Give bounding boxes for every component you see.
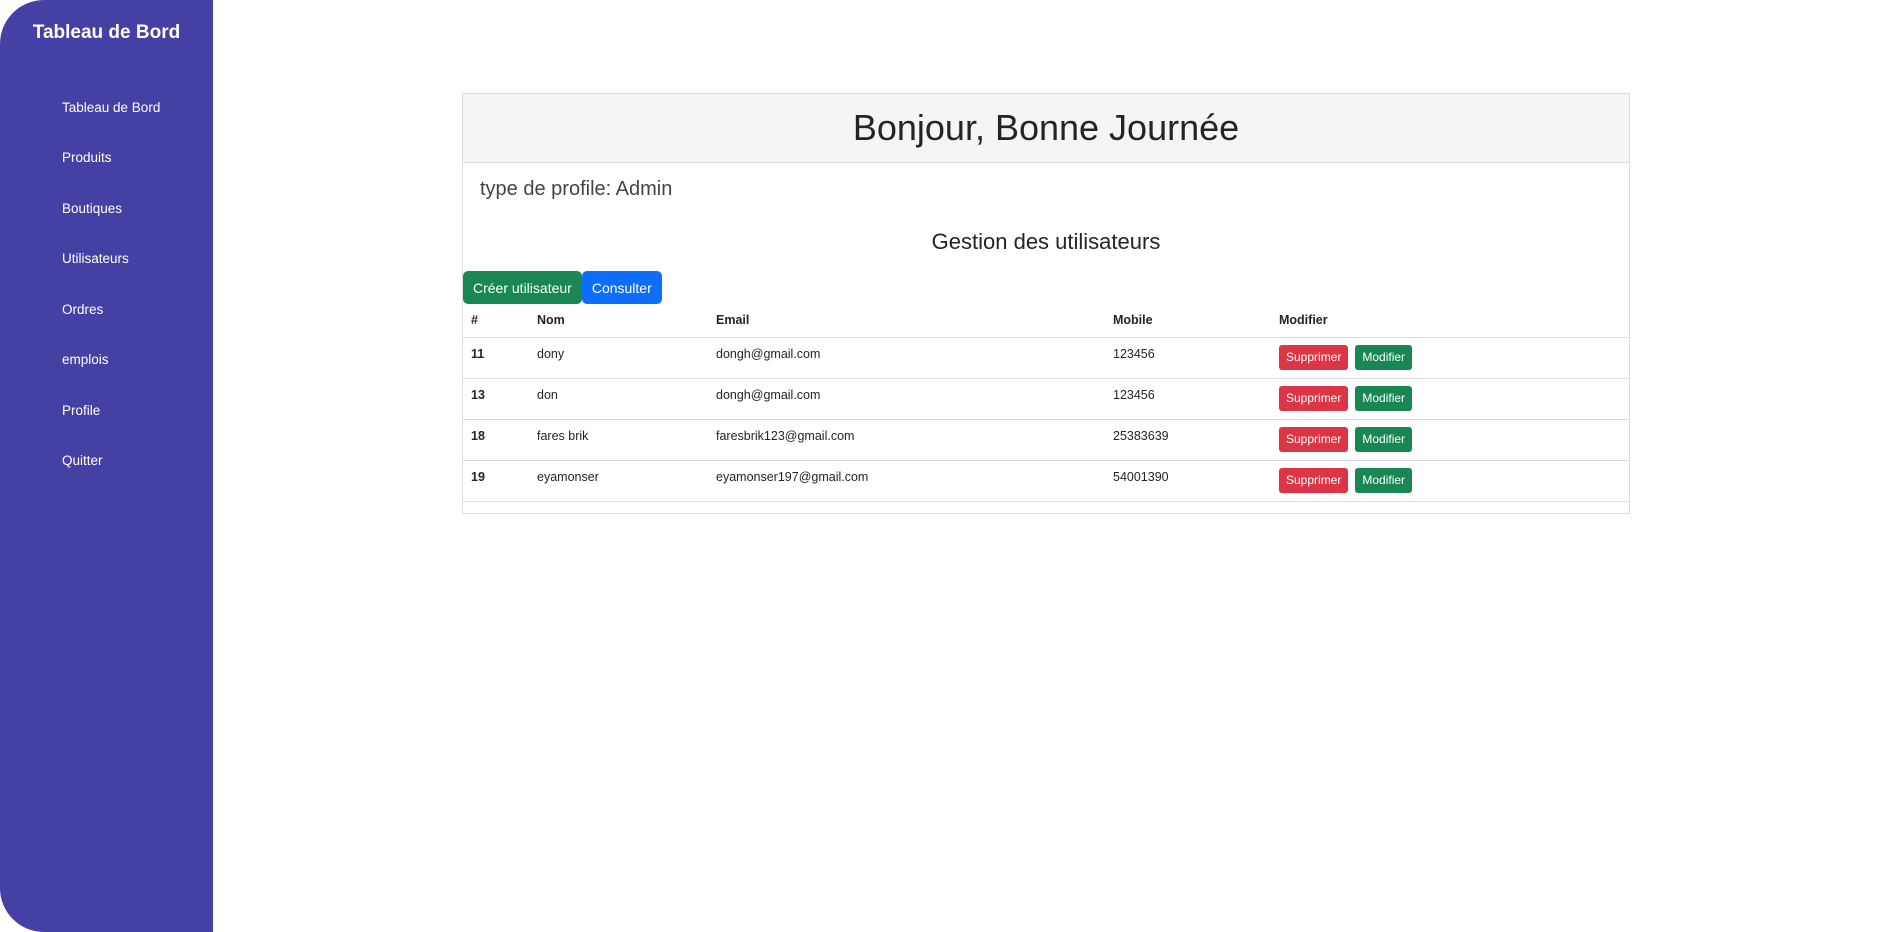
- header-nom: Nom: [529, 304, 708, 338]
- create-user-button[interactable]: Créer utilisateur: [463, 271, 582, 304]
- sidebar-item-emplois[interactable]: emplois: [0, 335, 213, 386]
- header-email: Email: [708, 304, 1105, 338]
- header-id: #: [463, 304, 529, 338]
- sidebar-item-quitter[interactable]: Quitter: [0, 436, 213, 487]
- table-row: 13 don dongh@gmail.com 123456 Supprimer M…: [463, 378, 1629, 420]
- table-row: 11 dony dongh@gmail.com 123456 Supprimer…: [463, 337, 1629, 379]
- table-row: 18 fares brik faresbrik123@gmail.com 253…: [463, 419, 1629, 461]
- cell-actions: Supprimer Modifier: [1271, 460, 1629, 502]
- sidebar-item-ordres[interactable]: Ordres: [0, 284, 213, 335]
- section-title: Gestion des utilisateurs: [931, 229, 1161, 254]
- edit-button[interactable]: Modifier: [1355, 467, 1413, 493]
- cell-nom: dony: [529, 337, 708, 379]
- cell-mobile: 25383639: [1105, 419, 1271, 461]
- sidebar-item-profile[interactable]: Profile: [0, 385, 213, 436]
- cell-nom: eyamonser: [529, 460, 708, 502]
- edit-button[interactable]: Modifier: [1355, 344, 1413, 370]
- table-header-row: # Nom Email Mobile Modifier: [463, 304, 1629, 338]
- sidebar: Tableau de Bord Tableau de Bord Produits…: [0, 0, 213, 932]
- sidebar-item-tableau-de-bord[interactable]: Tableau de Bord: [0, 82, 213, 133]
- cell-email: eyamonser197@gmail.com: [708, 460, 1105, 502]
- cell-id: 18: [463, 419, 529, 461]
- cell-mobile: 123456: [1105, 337, 1271, 379]
- delete-button[interactable]: Supprimer: [1279, 385, 1349, 411]
- cell-id: 13: [463, 378, 529, 420]
- profile-type: type de profile: Admin: [480, 178, 673, 200]
- delete-button[interactable]: Supprimer: [1279, 344, 1349, 370]
- action-buttons: Créer utilisateur Consulter: [463, 271, 662, 304]
- users-table: # Nom Email Mobile Modifier 11 dony dong…: [463, 304, 1629, 502]
- sidebar-item-boutiques[interactable]: Boutiques: [0, 183, 213, 234]
- cell-email: faresbrik123@gmail.com: [708, 419, 1105, 461]
- cell-mobile: 123456: [1105, 378, 1271, 420]
- cell-actions: Supprimer Modifier: [1271, 337, 1629, 379]
- cell-nom: fares brik: [529, 419, 708, 461]
- cell-id: 19: [463, 460, 529, 502]
- cell-id: 11: [463, 337, 529, 379]
- delete-button[interactable]: Supprimer: [1279, 426, 1349, 452]
- sidebar-item-produits[interactable]: Produits: [0, 133, 213, 184]
- consult-button[interactable]: Consulter: [581, 271, 662, 304]
- page-title: Bonjour, Bonne Journée: [463, 94, 1629, 163]
- cell-email: dongh@gmail.com: [708, 378, 1105, 420]
- cell-email: dongh@gmail.com: [708, 337, 1105, 379]
- header-modifier: Modifier: [1271, 304, 1629, 338]
- cell-nom: don: [529, 378, 708, 420]
- table-row: 19 eyamonser eyamonser197@gmail.com 5400…: [463, 460, 1629, 502]
- cell-mobile: 54001390: [1105, 460, 1271, 502]
- sidebar-item-utilisateurs[interactable]: Utilisateurs: [0, 234, 213, 285]
- cell-actions: Supprimer Modifier: [1271, 419, 1629, 461]
- edit-button[interactable]: Modifier: [1355, 426, 1413, 452]
- sidebar-title: Tableau de Bord: [32, 22, 181, 43]
- sidebar-nav: Tableau de Bord Produits Boutiques Utili…: [0, 82, 213, 486]
- edit-button[interactable]: Modifier: [1355, 385, 1413, 411]
- delete-button[interactable]: Supprimer: [1279, 467, 1349, 493]
- header-mobile: Mobile: [1105, 304, 1271, 338]
- main-card: Bonjour, Bonne Journée type de profile: …: [462, 93, 1630, 514]
- cell-actions: Supprimer Modifier: [1271, 378, 1629, 420]
